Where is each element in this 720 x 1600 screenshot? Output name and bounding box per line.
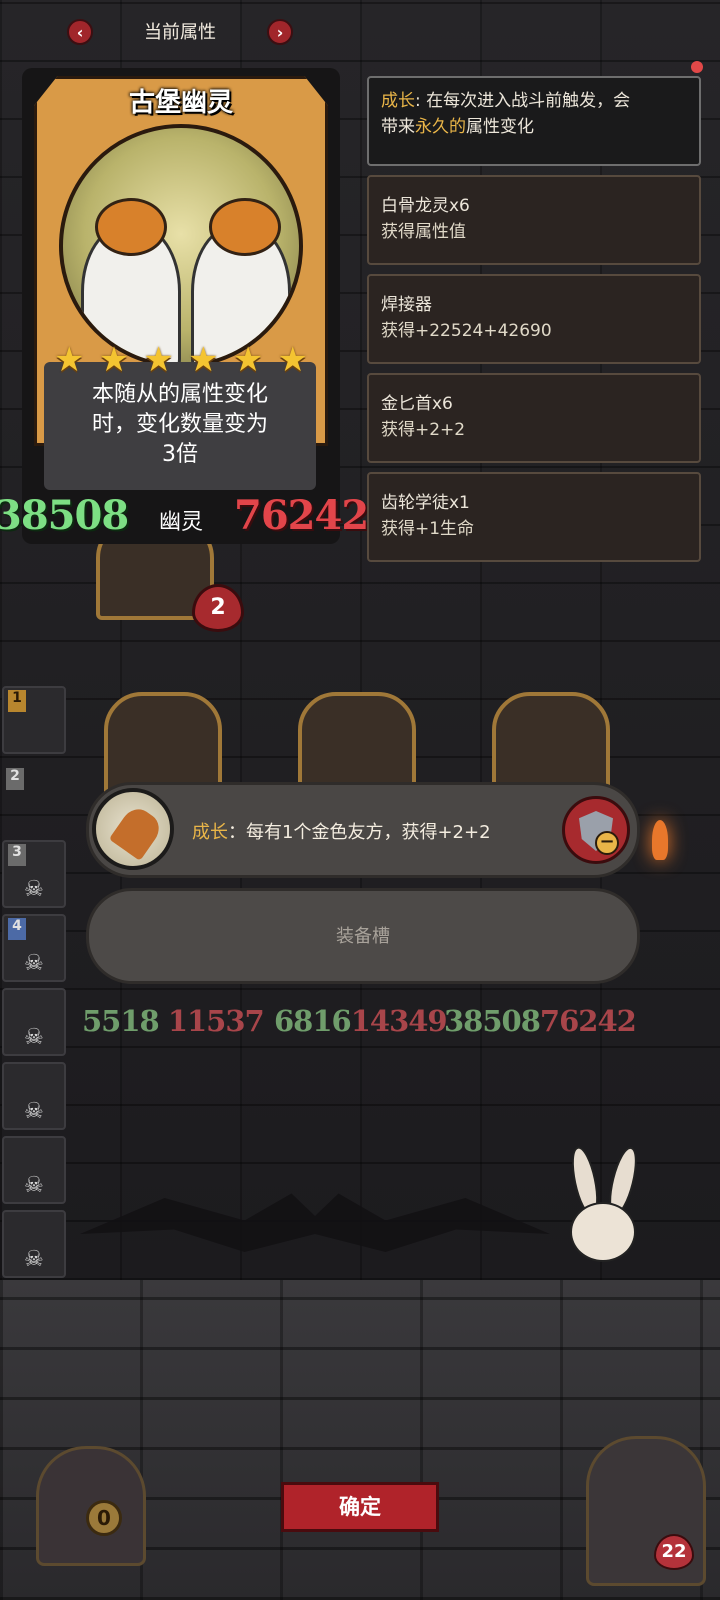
minus-icon: − <box>595 831 619 855</box>
board-unit-health: 14349 <box>350 1004 448 1038</box>
attribute-growth-info: 成长: 在每次进入战斗前触发，会 带来永久的属性变化 <box>367 76 701 166</box>
growth-text-a: : 在每次进入战斗前触发，会 <box>415 91 631 111</box>
board-unit-attack: 6816 <box>274 1004 352 1038</box>
attribute-entry-title: 焊接器 <box>381 295 432 315</box>
rail-slot[interactable]: ☠ <box>2 1210 66 1278</box>
attribute-entry-detail: 获得属性值 <box>381 222 466 242</box>
remove-skill-button[interactable]: − <box>562 796 630 864</box>
skill-text: ：每有1个金色友方，获得+2+2 <box>228 822 491 843</box>
skill-icon <box>92 788 174 870</box>
equipment-slot-label: 装备槽 <box>336 926 390 947</box>
hero-card: 古堡幽灵 ★ ★ ★ ★ ★ ★ 本随从的属性变化 时，变化数量变为 3倍 38… <box>0 68 369 544</box>
attribute-entry-title: 齿轮学徒x1 <box>381 493 470 513</box>
card-description-line: 本随从的属性变化 <box>91 382 268 407</box>
attribute-entry-detail: 获得+2+2 <box>381 420 466 440</box>
skull-icon: ☠ <box>24 1247 44 1272</box>
star-icon: ★ <box>143 340 174 380</box>
rail-slot-number: 3 <box>8 844 26 866</box>
pumpkin-head-left-icon <box>95 198 167 256</box>
growth-text-b-post: 属性变化 <box>466 117 534 137</box>
skull-icon: ☠ <box>24 951 44 976</box>
attribute-entry-title: 金匕首x6 <box>381 394 453 414</box>
card-portrait <box>59 124 303 368</box>
star-icon: ★ <box>232 340 264 380</box>
growth-permanent-keyword: 永久的 <box>415 117 466 137</box>
rail-slot-number: 2 <box>6 768 24 790</box>
attribute-entry-title: 白骨龙灵x6 <box>381 196 470 216</box>
rail-slot-number: 1 <box>8 690 26 712</box>
next-page-button[interactable]: › <box>267 19 293 45</box>
bunny-head <box>570 1202 636 1262</box>
torch-flame <box>652 820 668 860</box>
page-title: 当前属性 <box>144 22 216 43</box>
star-icon: ★ <box>277 340 308 380</box>
attribute-entry-detail: 获得+1生命 <box>381 519 475 539</box>
attribute-entry-detail: 获得+22524+42690 <box>381 321 552 341</box>
bench-count-badge: 0 <box>86 1500 122 1536</box>
board-unit-1-stats: 5518 11537 <box>82 1004 265 1038</box>
confirm-button[interactable]: 确定 <box>281 1482 439 1532</box>
notification-dot <box>691 61 703 73</box>
rail-slot-3[interactable]: 3 ☠ <box>2 840 66 908</box>
attribute-entry: 齿轮学徒x1 获得+1生命 <box>367 472 701 562</box>
board-unit-health: 11537 <box>167 1004 265 1038</box>
card-description-line: 时，变化数量变为 <box>91 412 268 437</box>
growth-keyword: 成长 <box>381 91 415 111</box>
skull-icon: ☠ <box>24 1173 44 1198</box>
growth-text-b-pre: 带来 <box>381 117 415 137</box>
rail-slot[interactable]: ☠ <box>2 1136 66 1204</box>
skill-description: 成长：每有1个金色友方，获得+2+2 <box>192 818 491 844</box>
board-unit-3-stats: 3850876242 <box>444 1004 637 1038</box>
rail-slot[interactable]: ☠ <box>2 988 66 1056</box>
card-description-line: 3倍 <box>162 442 198 467</box>
card-title: 古堡幽灵 <box>128 88 233 118</box>
star-rating: ★ ★ ★ ★ ★ ★ <box>54 343 308 377</box>
pumpkin-head-right-icon <box>209 198 281 256</box>
skill-keyword: 成长 <box>192 822 228 843</box>
board-unit-attack: 5518 <box>82 1004 160 1038</box>
rail-slot-1[interactable]: 1 <box>2 686 66 754</box>
star-icon: ★ <box>54 340 85 380</box>
star-icon: ★ <box>188 340 219 380</box>
skull-icon: ☠ <box>24 1025 44 1050</box>
rail-slot-number: 4 <box>8 918 26 940</box>
player-health-heart: 22 <box>654 1534 694 1570</box>
board-unit-health: 76242 <box>539 1004 637 1038</box>
rail-slot[interactable]: ☠ <box>2 1062 66 1130</box>
attribute-entry: 焊接器 获得+22524+42690 <box>367 274 701 364</box>
carrot-icon <box>108 803 166 861</box>
rail-slot-4[interactable]: 4 ☠ <box>2 914 66 982</box>
attribute-entry: 白骨龙灵x6 获得属性值 <box>367 175 701 265</box>
skull-icon: ☠ <box>24 1099 44 1124</box>
board-unit-2-stats: 681614349 <box>274 1004 448 1038</box>
growth-line-2: 带来永久的属性变化 <box>381 114 687 140</box>
skull-icon: ☠ <box>24 877 44 902</box>
growth-line-1: 成长: 在每次进入战斗前触发，会 <box>381 88 687 114</box>
card-description: 本随从的属性变化 时，变化数量变为 3倍 <box>44 380 316 470</box>
board-unit-attack: 38508 <box>444 1004 541 1038</box>
attribute-entry: 金匕首x6 获得+2+2 <box>367 373 701 463</box>
card-health-value: 76242 <box>234 492 369 539</box>
bunny-character <box>560 1144 643 1306</box>
star-icon: ★ <box>98 340 130 380</box>
chevron-right-icon: › <box>276 22 284 42</box>
